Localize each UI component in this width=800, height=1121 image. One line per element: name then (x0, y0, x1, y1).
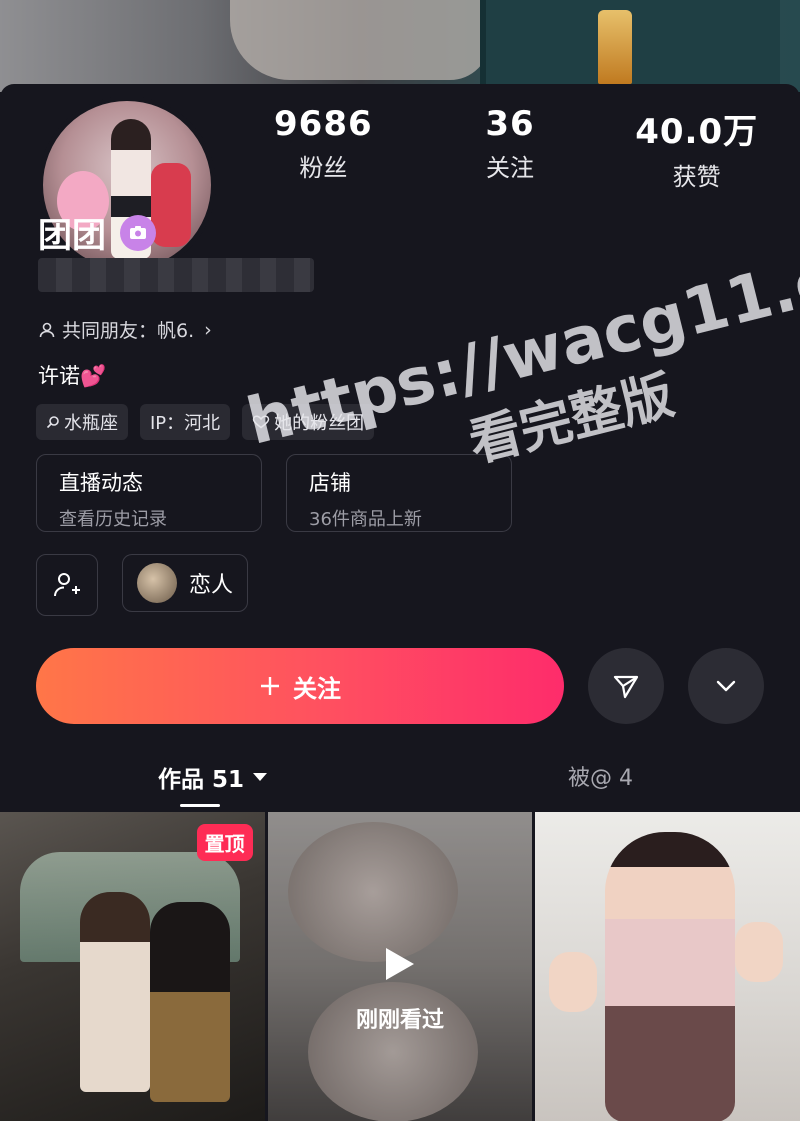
person-icon (39, 322, 55, 337)
plus-icon (261, 677, 279, 695)
stat-value: 36 (485, 104, 535, 144)
bio-heart-emoji: 💕 (80, 364, 107, 388)
tag-fan-club[interactable]: 她的粉丝团 (242, 404, 375, 440)
mutual-friends-text: 共同朋友：帆6. (62, 320, 195, 342)
stat-following[interactable]: 36 关注 (417, 104, 604, 192)
tag-label: IP：河北 (150, 413, 221, 434)
tile-person (605, 832, 736, 1121)
just-watched-label: 刚刚看过 (356, 1008, 445, 1033)
heart-outline-icon (252, 415, 270, 429)
add-friend-icon (54, 573, 80, 597)
bio: 许诺💕 (38, 360, 106, 390)
tab-mentions[interactable]: 被@ 4 (568, 760, 633, 792)
tag-ip: IP：河北 (140, 404, 231, 440)
caret-down-icon (253, 773, 268, 781)
stat-followers[interactable]: 9686 粉丝 (230, 104, 417, 192)
search-icon (46, 416, 59, 429)
more-button[interactable] (688, 648, 764, 724)
add-friend-button[interactable] (36, 554, 98, 616)
name-row: 团团 (38, 208, 156, 257)
chevron-right-icon: › (204, 318, 212, 341)
tile-person (80, 892, 150, 1092)
live-history-card[interactable]: 直播动态 查看历史记录 (36, 454, 262, 532)
cover-bottle (598, 10, 632, 84)
content-tabs: 作品 51 被@ 4 (0, 752, 800, 812)
stat-label: 粉丝 (299, 154, 348, 182)
play-icon (386, 948, 414, 980)
tag-label: 她的粉丝团 (274, 413, 365, 434)
tag-zodiac[interactable]: 水瓶座 (36, 404, 128, 440)
tile-hand (549, 952, 598, 1012)
tab-works-label: 作品 51 (158, 767, 245, 793)
stats-row: 9686 粉丝 36 关注 40.0万 获赞 (230, 104, 790, 192)
tag-row: 水瓶座 IP：河北 她的粉丝团 (36, 404, 375, 440)
follow-button[interactable]: 关注 (36, 648, 564, 724)
video-tile[interactable]: 刚刚看过 (267, 812, 533, 1121)
camera-badge-icon[interactable] (120, 214, 156, 251)
blurred-user-id (38, 258, 314, 292)
pinned-badge: 置顶 (196, 824, 253, 861)
stat-label: 关注 (486, 154, 534, 182)
video-tile[interactable] (535, 812, 800, 1121)
stat-value: 9686 (274, 104, 373, 144)
feature-cards: 直播动态 查看历史记录 店铺 36件商品上新 (36, 454, 512, 532)
mutual-friends[interactable]: 共同朋友：帆6. › (38, 316, 212, 343)
shop-card[interactable]: 店铺 36件商品上新 (286, 454, 512, 532)
card-title: 店铺 (309, 471, 351, 495)
profile-name: 团团 (38, 216, 106, 256)
tile-person (150, 902, 230, 1102)
stat-value: 40.0万 (635, 112, 759, 152)
send-icon (613, 675, 639, 699)
tab-active-indicator (180, 804, 220, 807)
stat-likes[interactable]: 40.0万 获赞 (603, 104, 790, 192)
profile-panel: 9686 粉丝 36 关注 40.0万 获赞 团团 共同朋友：帆6. › 许诺💕… (0, 84, 800, 1121)
tag-label: 水瓶座 (64, 413, 118, 434)
card-title: 直播动态 (59, 471, 143, 495)
tab-works[interactable]: 作品 51 (158, 760, 268, 794)
stat-label: 获赞 (672, 163, 721, 191)
follow-label: 关注 (293, 674, 341, 703)
relation-avatar (137, 563, 177, 603)
relation-label: 恋人 (189, 573, 234, 598)
chevron-down-icon (716, 680, 736, 692)
avatar-toy-red (151, 163, 191, 247)
bio-text: 许诺 (38, 364, 80, 388)
card-subtitle: 36件商品上新 (309, 509, 422, 530)
cover-photo (0, 0, 800, 92)
cover-arm (230, 0, 490, 80)
share-button[interactable] (588, 648, 664, 724)
relation-chip[interactable]: 恋人 (122, 554, 249, 612)
tile-hand (735, 922, 784, 982)
card-subtitle: 查看历史记录 (59, 509, 167, 530)
relation-row: 恋人 (36, 554, 249, 616)
video-tile[interactable]: 置顶 (0, 812, 265, 1121)
video-grid: 置顶 刚刚看过 (0, 812, 800, 1121)
